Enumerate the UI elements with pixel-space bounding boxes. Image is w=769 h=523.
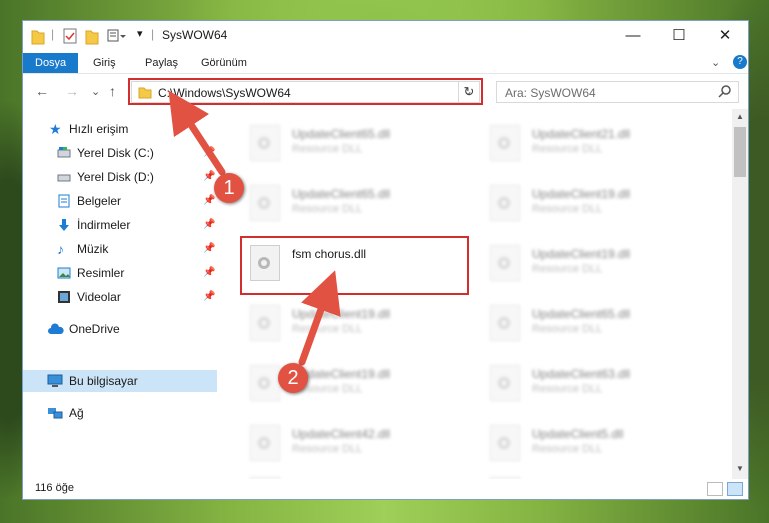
callout-marker-1: 1 (214, 173, 244, 203)
arrow-to-file (298, 270, 341, 366)
callout-arrows (168, 90, 341, 366)
arrow-to-address (168, 90, 226, 176)
callout-marker-2: 2 (278, 363, 308, 393)
